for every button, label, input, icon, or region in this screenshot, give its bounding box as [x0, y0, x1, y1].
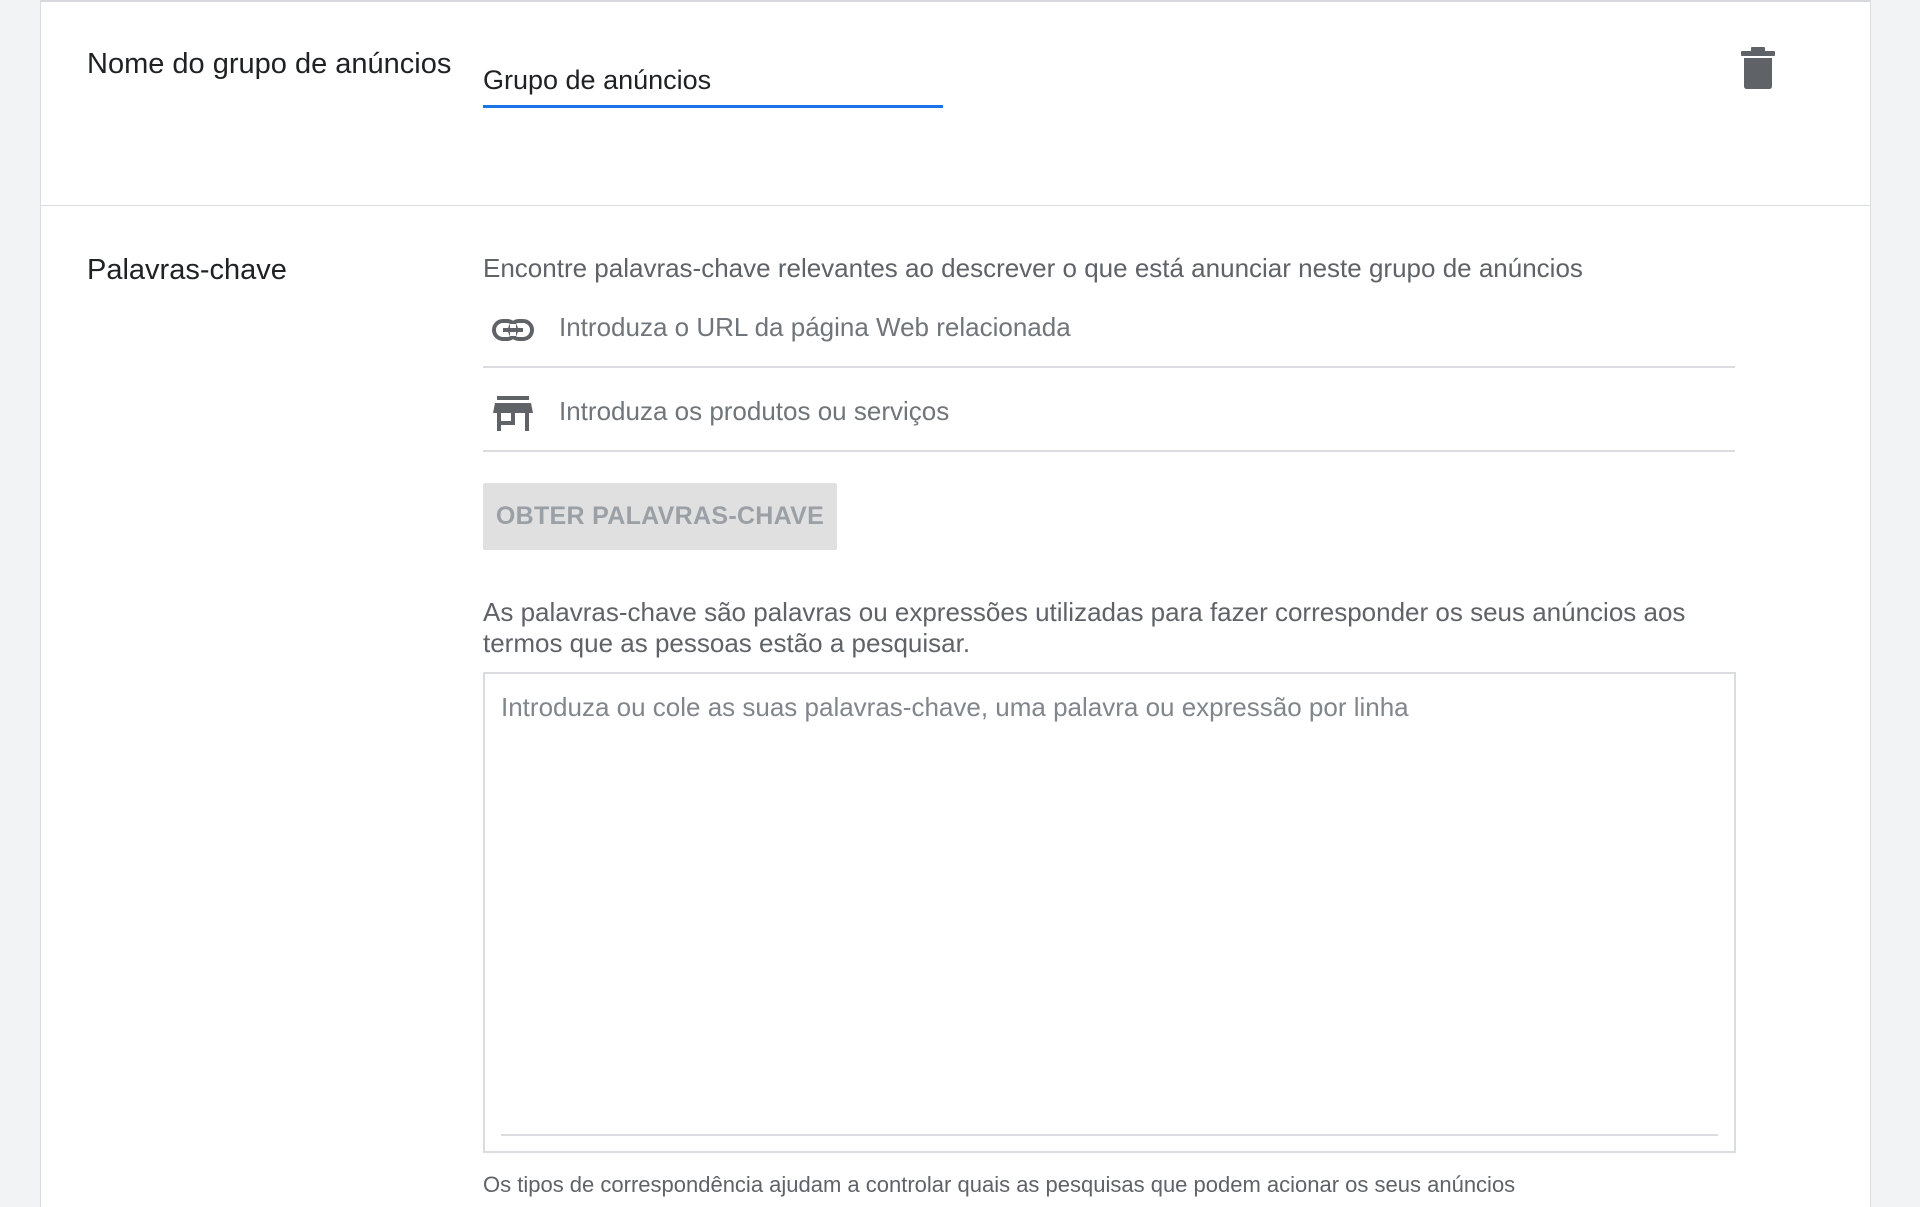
- store-icon: [493, 396, 533, 431]
- keywords-textarea[interactable]: [483, 672, 1736, 1153]
- delete-ad-group-button[interactable]: [1739, 46, 1777, 90]
- url-input-row: [483, 290, 1735, 368]
- section-divider: [41, 205, 1870, 206]
- keywords-description: Encontre palavras-chave relevantes ao de…: [483, 253, 1583, 283]
- match-types-note: Os tipos de correspondência ajudam a con…: [483, 1172, 1516, 1197]
- products-input-row: [483, 374, 1735, 452]
- link-icon: [492, 319, 534, 341]
- ad-group-name-input[interactable]: [483, 56, 943, 108]
- ad-group-card: Nome do grupo de anúncios Palavras-chave…: [40, 0, 1871, 1207]
- keywords-section-label: Palavras-chave: [87, 254, 287, 286]
- textarea-underline: [501, 1134, 1718, 1136]
- ad-group-name-label: Nome do grupo de anúncios: [87, 48, 452, 80]
- products-services-input[interactable]: [559, 388, 1709, 434]
- keywords-info-text: As palavras-chave são palavras ou expres…: [483, 597, 1686, 658]
- related-url-input[interactable]: [559, 304, 1709, 350]
- get-keywords-button[interactable]: OBTER PALAVRAS-CHAVE: [483, 483, 837, 550]
- trash-icon: [1741, 47, 1775, 89]
- top-edge-shadow: [41, 0, 1870, 2]
